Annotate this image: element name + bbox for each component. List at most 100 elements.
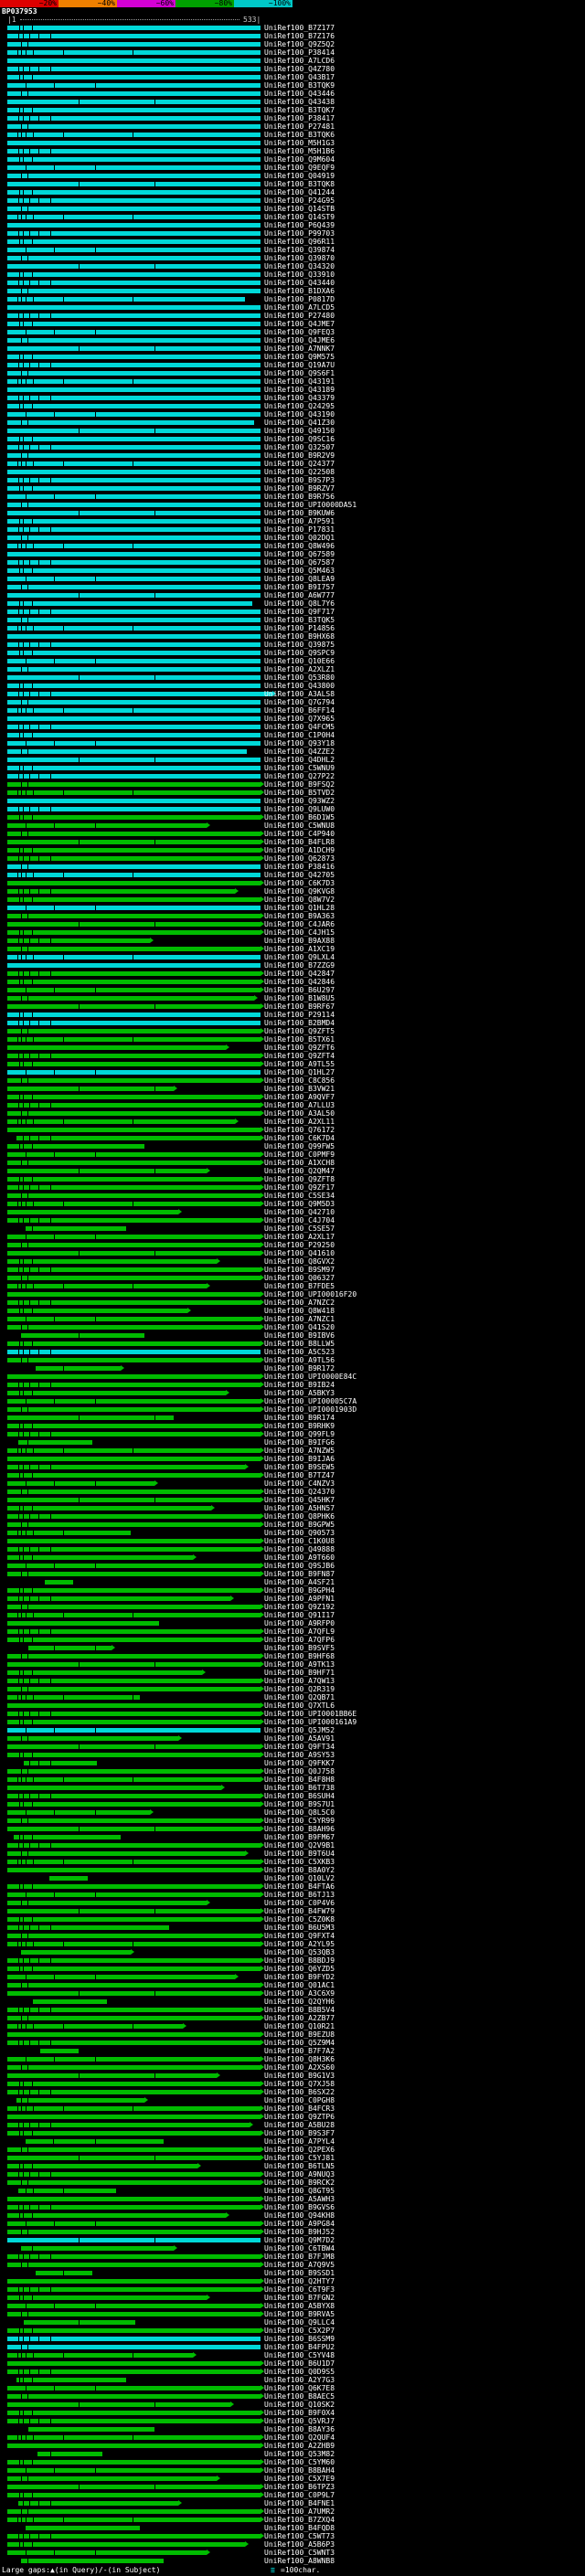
hit-label[interactable]: UniRef100_B9GPW5 bbox=[264, 1521, 335, 1529]
hit-bar[interactable] bbox=[16, 1136, 261, 1140]
hit-bar[interactable] bbox=[7, 1613, 261, 1617]
hit-label[interactable]: UniRef100_Q5JM52 bbox=[264, 1726, 335, 1734]
hit-label[interactable]: UniRef100_Q5M463 bbox=[264, 567, 335, 575]
hit-bar[interactable] bbox=[7, 963, 261, 968]
hit-label[interactable]: UniRef100_Q41244 bbox=[264, 188, 335, 196]
hit-label[interactable]: UniRef100_Q9SPC9 bbox=[264, 649, 335, 657]
hit-bar[interactable] bbox=[7, 1794, 261, 1798]
hit-bar[interactable] bbox=[7, 2493, 261, 2497]
hit-bar[interactable] bbox=[7, 2287, 261, 2292]
hit-label[interactable]: UniRef100_A7NZW5 bbox=[264, 1447, 335, 1455]
hit-bar[interactable] bbox=[7, 1095, 261, 1099]
hit-bar[interactable] bbox=[7, 2304, 261, 2308]
hit-bar[interactable] bbox=[7, 848, 261, 853]
hit-label[interactable]: UniRef100_A2YL95 bbox=[264, 1940, 335, 1948]
hit-label[interactable]: UniRef100_Q9LLC4 bbox=[264, 2318, 335, 2327]
hit-label[interactable]: UniRef100_Q4DHL2 bbox=[264, 756, 335, 764]
hit-bar[interactable] bbox=[7, 207, 261, 211]
hit-label[interactable]: UniRef100_B4FNE1 bbox=[264, 2499, 335, 2507]
hit-label[interactable]: UniRef100_B9EZU8 bbox=[264, 2030, 335, 2039]
hit-label[interactable]: UniRef100_B9AX88 bbox=[264, 937, 335, 945]
hit-bar[interactable] bbox=[7, 26, 261, 30]
hit-bar[interactable] bbox=[7, 1424, 261, 1428]
hit-label[interactable]: UniRef100_C5WT73 bbox=[264, 2532, 335, 2540]
hit-bar[interactable] bbox=[7, 544, 261, 548]
hit-label[interactable]: UniRef100_Q2QYH6 bbox=[264, 1998, 335, 2006]
hit-bar[interactable] bbox=[7, 2024, 184, 2029]
hit-label[interactable]: UniRef100_Q93Y18 bbox=[264, 739, 335, 747]
hit-label[interactable]: UniRef100_Q8GVX2 bbox=[264, 1257, 335, 1266]
hit-label[interactable]: UniRef100_Q42710 bbox=[264, 1208, 335, 1216]
hit-bar[interactable] bbox=[7, 2435, 261, 2440]
hit-bar[interactable] bbox=[7, 2509, 261, 2514]
hit-label[interactable]: UniRef100_A3C6X9 bbox=[264, 1989, 335, 1998]
hit-bar[interactable] bbox=[26, 2139, 165, 2144]
hit-bar[interactable] bbox=[7, 182, 261, 186]
hit-label[interactable]: UniRef100_Q0D9S5 bbox=[264, 2368, 335, 2376]
hit-label[interactable]: UniRef100_Q5VRJ7 bbox=[264, 2417, 335, 2425]
hit-label[interactable]: UniRef100_Q2QUF4 bbox=[264, 2433, 335, 2442]
hit-label[interactable]: UniRef100_B9KUW6 bbox=[264, 509, 335, 517]
hit-label[interactable]: UniRef100_B9IFG6 bbox=[264, 1438, 335, 1447]
hit-label[interactable]: UniRef100_B9I757 bbox=[264, 583, 335, 591]
hit-label[interactable]: UniRef100_A2ZHB9 bbox=[264, 2442, 335, 2450]
hit-label[interactable]: UniRef100_Q45HK7 bbox=[264, 1496, 335, 1504]
hit-bar[interactable] bbox=[7, 322, 261, 326]
hit-label[interactable]: UniRef100_P29114 bbox=[264, 1011, 335, 1019]
hit-label[interactable]: UniRef100_Q99FL9 bbox=[264, 1430, 335, 1438]
hit-bar[interactable] bbox=[7, 1662, 261, 1667]
hit-label[interactable]: UniRef100_A9TK13 bbox=[264, 1660, 335, 1669]
hit-label[interactable]: UniRef100_Q0J758 bbox=[264, 1767, 335, 1776]
hit-label[interactable]: UniRef100_Q9M7D2 bbox=[264, 2236, 335, 2244]
hit-label[interactable]: UniRef100_Q7XJ58 bbox=[264, 2080, 335, 2088]
hit-bar[interactable] bbox=[7, 1292, 261, 1297]
hit-label[interactable]: UniRef100_Q8H3K6 bbox=[264, 2055, 335, 2063]
hit-label[interactable]: UniRef100_Q9EQF9 bbox=[264, 164, 335, 172]
hit-label[interactable]: UniRef100_C4J704 bbox=[264, 1216, 335, 1224]
hit-label[interactable]: UniRef100_B5TX61 bbox=[264, 1035, 335, 1044]
hit-label[interactable]: UniRef100_Q9ZFT4 bbox=[264, 1052, 335, 1060]
hit-label[interactable]: UniRef100_A5AWH3 bbox=[264, 2195, 335, 2203]
hit-bar[interactable] bbox=[7, 2411, 261, 2415]
hit-bar[interactable] bbox=[7, 832, 261, 836]
hit-bar[interactable] bbox=[7, 453, 261, 458]
hit-bar[interactable] bbox=[7, 873, 261, 877]
hit-label[interactable]: UniRef100_Q9ZFT5 bbox=[264, 1027, 335, 1035]
hit-label[interactable]: UniRef100_B9SM97 bbox=[264, 1266, 335, 1274]
hit-label[interactable]: UniRef100_Q42846 bbox=[264, 978, 335, 986]
hit-label[interactable]: UniRef100_A9RFP0 bbox=[264, 1619, 335, 1627]
hit-label[interactable]: UniRef100_Q9F717 bbox=[264, 608, 335, 616]
hit-label[interactable]: UniRef100_Q9M575 bbox=[264, 353, 335, 361]
hit-bar[interactable] bbox=[7, 1670, 202, 1675]
hit-bar[interactable] bbox=[7, 1119, 236, 1124]
hit-label[interactable]: UniRef100_Q67587 bbox=[264, 558, 335, 567]
hit-label[interactable]: UniRef100_Q4Z780 bbox=[264, 65, 335, 73]
hit-label[interactable]: UniRef100_M5H1B6 bbox=[264, 147, 335, 155]
hit-label[interactable]: UniRef100_C8C856 bbox=[264, 1076, 335, 1085]
hit-label[interactable]: UniRef100_Q53M82 bbox=[264, 2450, 335, 2458]
hit-label[interactable]: UniRef100_B3TQK8 bbox=[264, 180, 335, 188]
hit-bar[interactable] bbox=[7, 2147, 261, 2152]
hit-bar[interactable] bbox=[7, 1210, 178, 1214]
hit-bar[interactable] bbox=[21, 2246, 174, 2251]
hit-label[interactable]: UniRef100_B9FSQ2 bbox=[264, 780, 335, 789]
hit-label[interactable]: UniRef100_P29250 bbox=[264, 1241, 335, 1249]
hit-bar[interactable] bbox=[7, 2213, 226, 2218]
hit-label[interactable]: UniRef100_B6SUH4 bbox=[264, 1792, 335, 1800]
hit-label[interactable]: UniRef100_C5YV48 bbox=[264, 2351, 335, 2359]
hit-label[interactable]: UniRef100_B7ZZG9 bbox=[264, 961, 335, 970]
hit-bar[interactable] bbox=[7, 864, 261, 869]
hit-bar[interactable] bbox=[7, 2542, 245, 2547]
hit-bar[interactable] bbox=[7, 100, 261, 104]
hit-label[interactable]: UniRef100_A1XCH8 bbox=[264, 1159, 335, 1167]
hit-label[interactable]: UniRef100_A7PYL4 bbox=[264, 2137, 335, 2146]
hit-bar[interactable] bbox=[7, 1276, 261, 1280]
hit-label[interactable]: UniRef100_B6FF14 bbox=[264, 706, 335, 715]
hit-label[interactable]: UniRef100_B7ZXQ4 bbox=[264, 2516, 335, 2524]
hit-bar[interactable] bbox=[7, 996, 255, 1001]
hit-bar[interactable] bbox=[7, 2312, 261, 2316]
hit-bar[interactable] bbox=[7, 725, 261, 729]
hit-bar[interactable] bbox=[7, 568, 261, 573]
hit-bar[interactable] bbox=[7, 1514, 261, 1519]
hit-label[interactable]: UniRef100_A3ALS8 bbox=[264, 690, 335, 698]
